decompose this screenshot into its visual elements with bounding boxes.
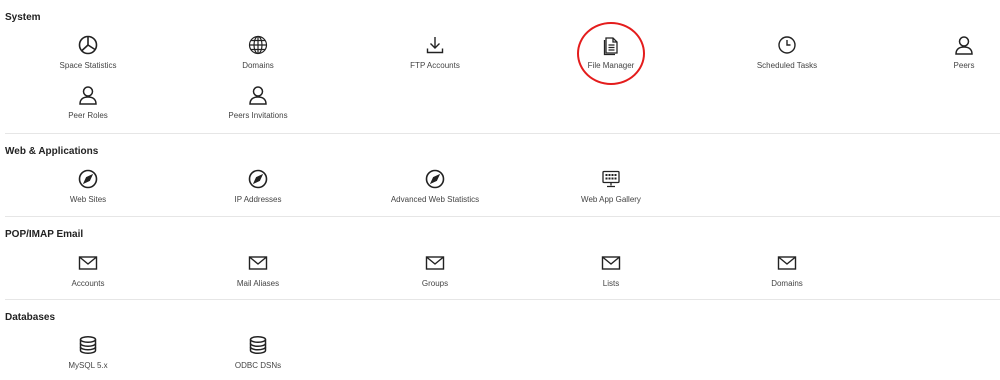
ftp-accounts-tile[interactable]: FTP Accounts <box>347 34 523 74</box>
lists-label: Lists <box>602 279 620 288</box>
mysql-tile[interactable]: MySQL 5.x <box>0 334 176 374</box>
mail-aliases-tile[interactable]: Mail Aliases <box>170 252 346 292</box>
space-statistics-label: Space Statistics <box>59 61 117 70</box>
envelope-icon <box>424 252 446 274</box>
section-title-databases: Databases <box>5 312 56 323</box>
monitor-icon <box>600 168 622 190</box>
section-divider <box>5 133 1000 134</box>
email-domains-label: Domains <box>771 279 803 288</box>
globe-icon <box>247 34 269 56</box>
section-divider <box>5 216 1000 217</box>
groups-tile[interactable]: Groups <box>347 252 523 292</box>
email-domains-tile[interactable]: Domains <box>699 252 875 292</box>
web-sites-tile[interactable]: Web Sites <box>0 168 176 208</box>
peer-roles-label: Peer Roles <box>68 111 108 120</box>
advanced-web-statistics-label: Advanced Web Statistics <box>390 195 480 204</box>
email-accounts-label: Accounts <box>71 279 105 288</box>
user-icon <box>247 84 269 106</box>
ip-addresses-tile[interactable]: IP Addresses <box>170 168 346 208</box>
email-accounts-tile[interactable]: Accounts <box>0 252 176 292</box>
peer-roles-tile[interactable]: Peer Roles <box>0 84 176 124</box>
database-icon <box>247 334 269 356</box>
section-divider <box>5 299 1000 300</box>
compass-icon <box>247 168 269 190</box>
odbc-dsns-label: ODBC DSNs <box>234 361 282 370</box>
peers-invitations-tile[interactable]: Peers Invitations <box>170 84 346 124</box>
user-icon <box>953 34 975 56</box>
file-manager-label: File Manager <box>587 61 635 70</box>
web-sites-label: Web Sites <box>69 195 107 204</box>
user-icon <box>77 84 99 106</box>
compass-icon <box>77 168 99 190</box>
groups-label: Groups <box>421 279 449 288</box>
download-icon <box>424 34 446 56</box>
section-title-system: System <box>5 12 41 23</box>
lists-tile[interactable]: Lists <box>523 252 699 292</box>
advanced-web-statistics-tile[interactable]: Advanced Web Statistics <box>347 168 523 208</box>
clock-icon <box>776 34 798 56</box>
peers-tile[interactable]: Peers <box>876 34 1000 74</box>
scheduled-tasks-label: Scheduled Tasks <box>756 61 818 70</box>
mail-aliases-label: Mail Aliases <box>236 279 280 288</box>
peers-label: Peers <box>953 61 975 70</box>
domains-tile[interactable]: Domains <box>170 34 346 74</box>
envelope-icon <box>600 252 622 274</box>
domains-label: Domains <box>242 61 274 70</box>
pie-chart-icon <box>77 34 99 56</box>
document-icon <box>600 34 622 56</box>
database-icon <box>77 334 99 356</box>
peers-invitations-label: Peers Invitations <box>228 111 288 120</box>
ftp-accounts-label: FTP Accounts <box>410 61 460 70</box>
file-manager-tile[interactable]: File Manager <box>523 34 699 74</box>
web-app-gallery-tile[interactable]: Web App Gallery <box>523 168 699 208</box>
space-statistics-tile[interactable]: Space Statistics <box>0 34 176 74</box>
envelope-icon <box>77 252 99 274</box>
odbc-dsns-tile[interactable]: ODBC DSNs <box>170 334 346 374</box>
web-app-gallery-label: Web App Gallery <box>581 195 641 204</box>
ip-addresses-label: IP Addresses <box>234 195 282 204</box>
envelope-icon <box>776 252 798 274</box>
mysql-label: MySQL 5.x <box>68 361 108 370</box>
compass-icon <box>424 168 446 190</box>
scheduled-tasks-tile[interactable]: Scheduled Tasks <box>699 34 875 74</box>
section-title-pop-imap-email: POP/IMAP Email <box>5 229 84 240</box>
section-title-web-applications: Web & Applications <box>5 146 99 157</box>
envelope-icon <box>247 252 269 274</box>
